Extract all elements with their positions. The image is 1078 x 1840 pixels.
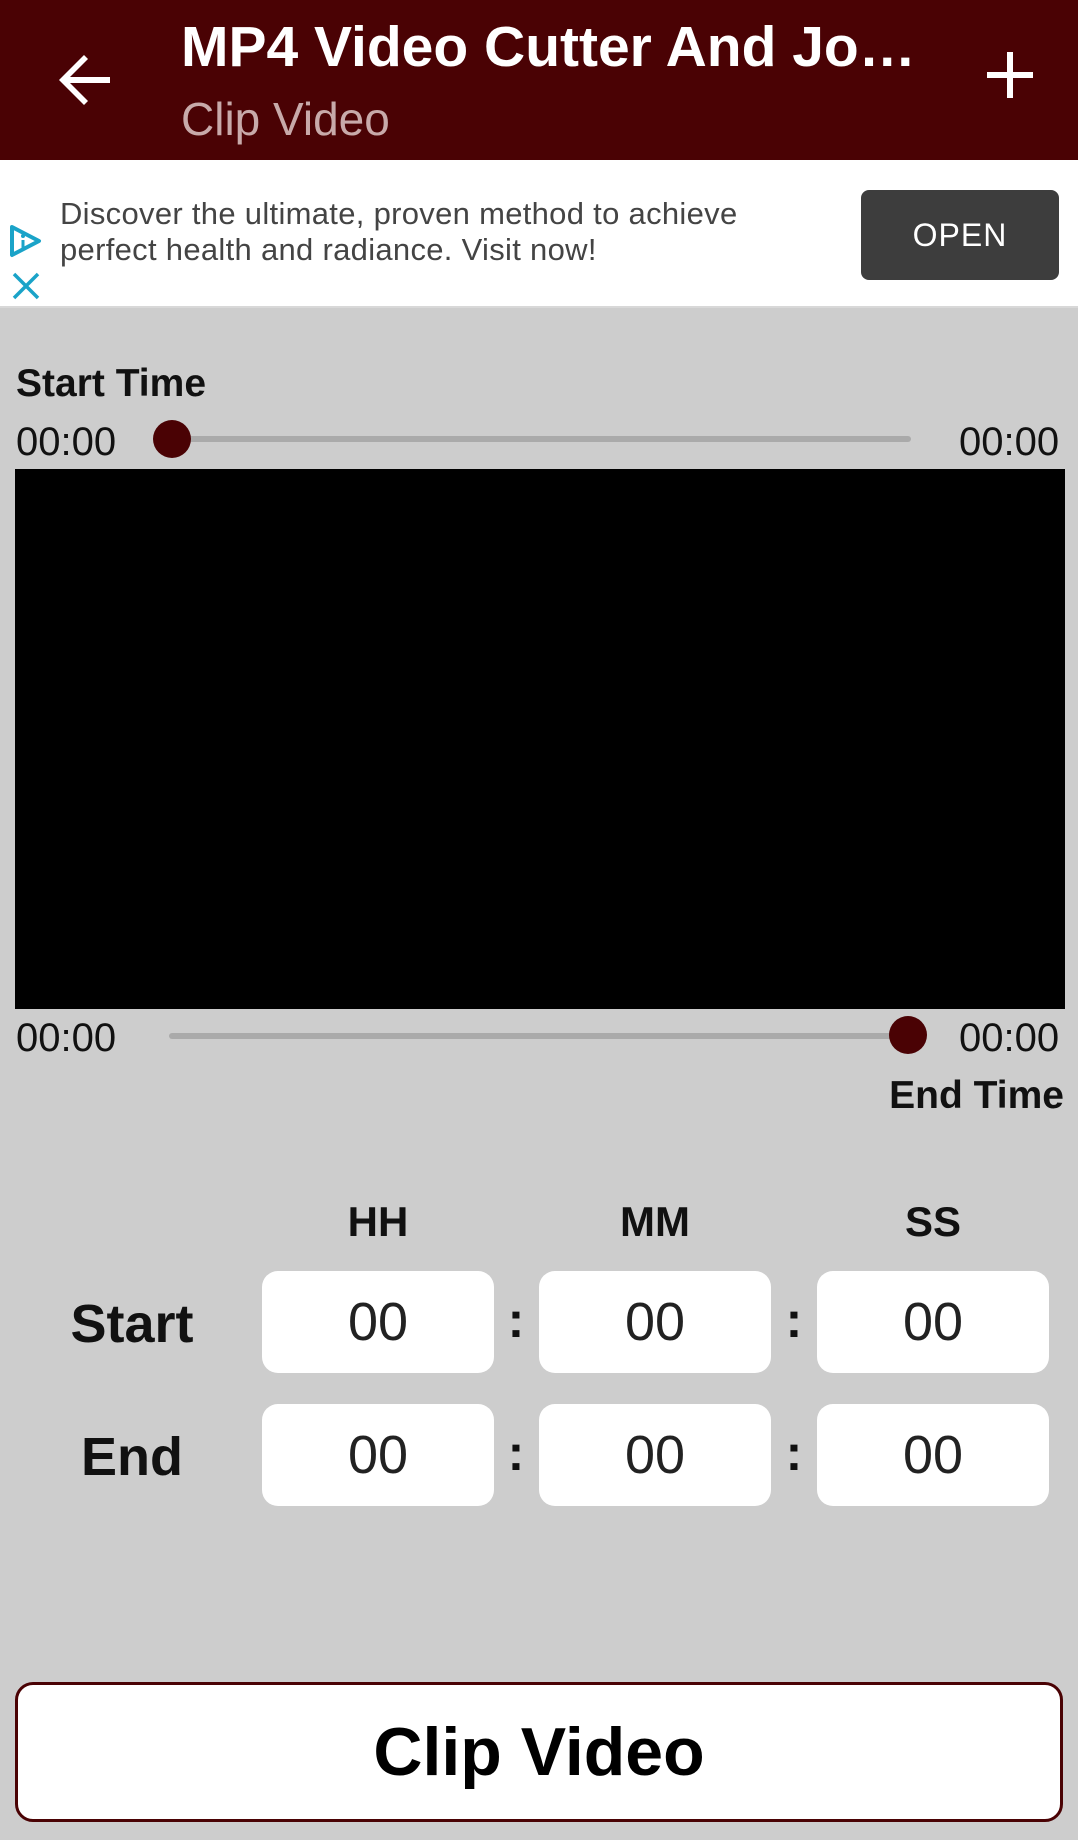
start-time-slider[interactable]	[169, 436, 911, 442]
end-hh-input[interactable]: 00	[262, 1404, 494, 1506]
end-time-slider[interactable]	[169, 1033, 911, 1039]
screen-subtitle: Clip Video	[181, 93, 390, 145]
ad-banner[interactable]: Discover the ultimate, proven method to …	[0, 160, 1078, 308]
mm-header: MM	[620, 1198, 690, 1245]
end-slider-thumb[interactable]	[889, 1016, 927, 1054]
end-slider-right-time: 00:00	[959, 1016, 1060, 1060]
ss-header: SS	[904, 1198, 962, 1245]
arrow-back-icon	[59, 55, 110, 105]
clip-video-button[interactable]: Clip Video	[15, 1682, 1063, 1822]
add-button[interactable]	[965, 30, 1055, 120]
plus-icon	[987, 52, 1033, 98]
start-row-label: Start	[70, 1294, 194, 1354]
app-bar: MP4 Video Cutter And Joiner Clip Video	[0, 0, 1078, 160]
colon-separator: :	[507, 1292, 525, 1348]
end-row-label: End	[81, 1427, 183, 1487]
close-icon[interactable]	[10, 270, 42, 302]
start-slider-thumb[interactable]	[153, 420, 191, 458]
colon-separator: :	[785, 1292, 803, 1348]
end-mm-input[interactable]: 00	[539, 1404, 771, 1506]
start-time-label: Start Time	[16, 362, 207, 405]
end-slider-left-time: 00:00	[16, 1016, 117, 1060]
start-mm-input[interactable]: 00	[539, 1271, 771, 1373]
ad-text[interactable]: Discover the ultimate, proven method to …	[60, 196, 840, 268]
start-ss-input[interactable]: 00	[817, 1271, 1049, 1373]
end-ss-input[interactable]: 00	[817, 1404, 1049, 1506]
start-slider-left-time: 00:00	[16, 420, 117, 464]
hh-header: HH	[347, 1198, 409, 1245]
video-preview[interactable]	[15, 469, 1065, 1009]
colon-separator: :	[507, 1425, 525, 1481]
ad-open-button[interactable]: OPEN	[861, 190, 1059, 280]
adchoices-icon[interactable]	[6, 222, 44, 260]
start-hh-input[interactable]: 00	[262, 1271, 494, 1373]
back-button[interactable]	[40, 36, 130, 126]
start-slider-right-time: 00:00	[959, 420, 1060, 464]
end-time-label: End Time	[889, 1074, 1064, 1117]
app-title: MP4 Video Cutter And Joiner	[181, 15, 921, 79]
colon-separator: :	[785, 1425, 803, 1481]
